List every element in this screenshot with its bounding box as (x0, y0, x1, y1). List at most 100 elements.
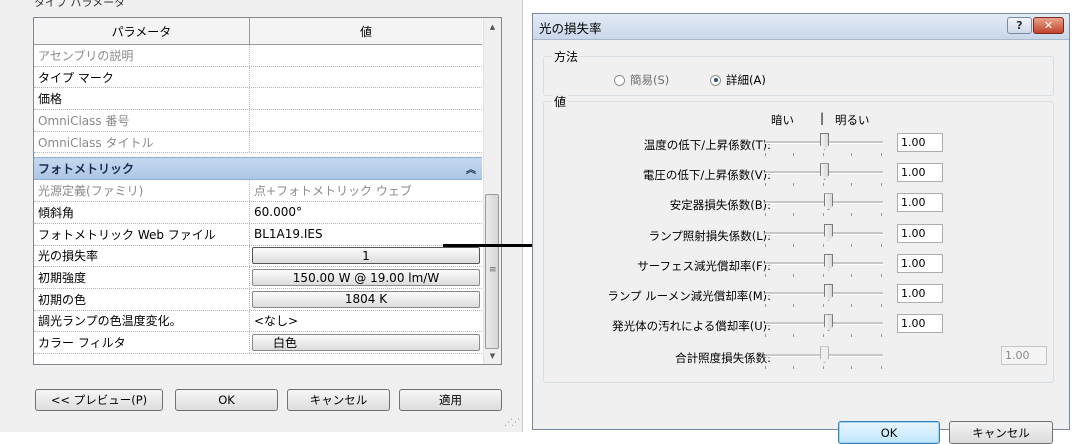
slider-tick (823, 366, 824, 370)
slider-thumb[interactable] (824, 193, 833, 211)
param-value[interactable] (250, 88, 482, 109)
ok-button[interactable]: OK (175, 389, 278, 411)
slider-tick (881, 213, 882, 217)
table-row[interactable]: 光の損失率 1 (34, 245, 482, 268)
table-row[interactable]: 初期の色 1804 K (34, 288, 482, 311)
web-file-value[interactable]: BL1A19.IES (250, 224, 482, 245)
slider-thumb[interactable] (820, 133, 829, 150)
dark-label: 暗い (771, 113, 794, 127)
parameter-grid: パラメータ 値 アセンブリの説明 タイプ マーク 価格 OmniClass 番号… (33, 17, 502, 365)
slider-tick (765, 273, 766, 277)
method-groupbox: 方法 簡易(S) 詳細(A) (543, 48, 1054, 96)
vertical-scrollbar[interactable]: ▲ ≡ ▼ (483, 18, 501, 364)
dimming-shift-value[interactable]: <なし> (250, 311, 482, 332)
slider-tick (881, 366, 882, 370)
factor-slider[interactable] (765, 133, 883, 156)
close-icon[interactable]: ✕ (1033, 17, 1064, 34)
slider-tick (765, 304, 766, 307)
scrollbar-thumb[interactable]: ≡ (485, 194, 499, 349)
detailed-radio[interactable]: 詳細(A) (710, 72, 766, 88)
total-factor-slider (765, 346, 883, 370)
factor-value-field[interactable]: 1.00 (897, 284, 943, 303)
slider-tick (793, 183, 794, 187)
table-row[interactable]: 価格 (34, 88, 482, 111)
scroll-up-arrow-icon[interactable]: ▲ (484, 18, 501, 35)
slider-tick (765, 213, 766, 217)
table-row[interactable]: アセンブリの説明 (34, 45, 482, 67)
slider-tick (765, 183, 766, 187)
factor-value-field[interactable]: 1.00 (897, 133, 943, 152)
param-name: タイプ マーク (34, 66, 250, 88)
column-header-value[interactable]: 値 (250, 18, 482, 44)
factor-slider[interactable] (765, 223, 883, 247)
slider-tick (823, 153, 824, 156)
bright-label: 明るい (835, 113, 870, 127)
scroll-down-arrow-icon[interactable]: ▼ (484, 347, 501, 364)
column-header-parameter[interactable]: パラメータ (34, 18, 250, 44)
dialog-titlebar[interactable]: 光の損失率 ? ✕ (533, 14, 1069, 40)
factor-value-field[interactable]: 1.00 (897, 193, 943, 213)
factor-label: 安定器損失係数(B): (669, 198, 771, 213)
param-name: 光の損失率 (34, 245, 250, 267)
param-name: アセンブリの説明 (34, 45, 250, 66)
slider-tick (793, 153, 794, 156)
slider-tick (823, 304, 824, 307)
color-filter-button[interactable]: 白色 (252, 334, 480, 352)
slider-tick (765, 366, 766, 370)
factor-value-field[interactable]: 1.00 (897, 253, 943, 273)
table-row[interactable]: 傾斜角 60.000° (34, 202, 482, 224)
resize-grip-icon[interactable]: ⋰⋰ (504, 418, 520, 428)
factor-label: サーフェス減光償却率(F): (637, 258, 771, 273)
light-loss-factor-button[interactable]: 1 (252, 247, 480, 265)
factor-slider[interactable] (765, 284, 883, 307)
factor-value-field[interactable]: 1.00 (897, 223, 943, 243)
slider-tick (823, 213, 824, 217)
slider-thumb[interactable] (824, 314, 833, 332)
initial-intensity-button[interactable]: 150.00 W @ 19.00 lm/W (252, 269, 480, 287)
factor-value-field[interactable]: 1.00 (897, 163, 943, 183)
table-row[interactable]: カラー フィルタ 白色 (34, 332, 482, 354)
dialog-ok-button[interactable]: OK (838, 421, 940, 444)
param-name: 初期の色 (34, 288, 250, 310)
slider-tick (851, 243, 852, 247)
dialog-cancel-button[interactable]: キャンセル (949, 421, 1053, 444)
factor-value-field[interactable]: 1.00 (897, 314, 943, 334)
param-value (250, 132, 482, 153)
simple-radio[interactable]: 簡易(S) (614, 72, 669, 88)
tilt-angle-value[interactable]: 60.000° (250, 202, 482, 223)
table-row[interactable]: 調光ランプの色温度変化。 <なし> (34, 310, 482, 333)
radio-selected-icon (710, 74, 721, 86)
factor-slider[interactable] (765, 253, 883, 277)
table-row[interactable]: 初期強度 150.00 W @ 19.00 lm/W (34, 267, 482, 289)
param-name: カラー フィルタ (34, 332, 250, 353)
table-row[interactable]: OmniClass 番号 (34, 110, 482, 132)
apply-button[interactable]: 適用 (399, 389, 502, 411)
slider-tick (881, 243, 882, 247)
initial-color-button[interactable]: 1804 K (252, 290, 480, 308)
slider-thumb[interactable] (824, 253, 833, 271)
table-row[interactable]: 光源定義(ファミリ) 点+フォトメトリック ウェブ (34, 180, 482, 203)
help-icon[interactable]: ? (1007, 17, 1032, 34)
table-row[interactable]: OmniClass タイトル (34, 131, 482, 154)
factor-slider[interactable] (765, 163, 883, 187)
param-value[interactable] (250, 67, 482, 88)
table-row[interactable]: フォトメトリック Web ファイル BL1A19.IES (34, 223, 482, 246)
values-groupbox: 値 暗い | 明るい 温度の低下/上昇係数(T): 1.00 電圧の低下/上昇係数(… (543, 93, 1054, 383)
preview-button[interactable]: << プレビュー(P) (35, 389, 163, 411)
cancel-button[interactable]: キャンセル (287, 389, 390, 411)
slider-thumb[interactable] (820, 163, 829, 181)
slider-tick (793, 213, 794, 217)
slider-thumb[interactable] (824, 223, 833, 241)
param-value: 点+フォトメトリック ウェブ (254, 184, 412, 199)
group-header-photometrics[interactable]: フォトメトリック ︽ (34, 157, 482, 181)
factor-slider[interactable] (765, 314, 883, 338)
slider-tick (823, 334, 824, 338)
table-row[interactable]: タイプ マーク (34, 66, 482, 89)
factor-label: ランプ照射損失係数(L): (648, 228, 771, 243)
slider-thumb[interactable] (824, 284, 833, 301)
param-name: フォトメトリック Web ファイル (34, 223, 250, 245)
slider-tick (823, 273, 824, 277)
collapse-chevron-icon[interactable]: ︽ (466, 161, 476, 176)
slider-tick (793, 273, 794, 277)
factor-slider[interactable] (765, 193, 883, 217)
